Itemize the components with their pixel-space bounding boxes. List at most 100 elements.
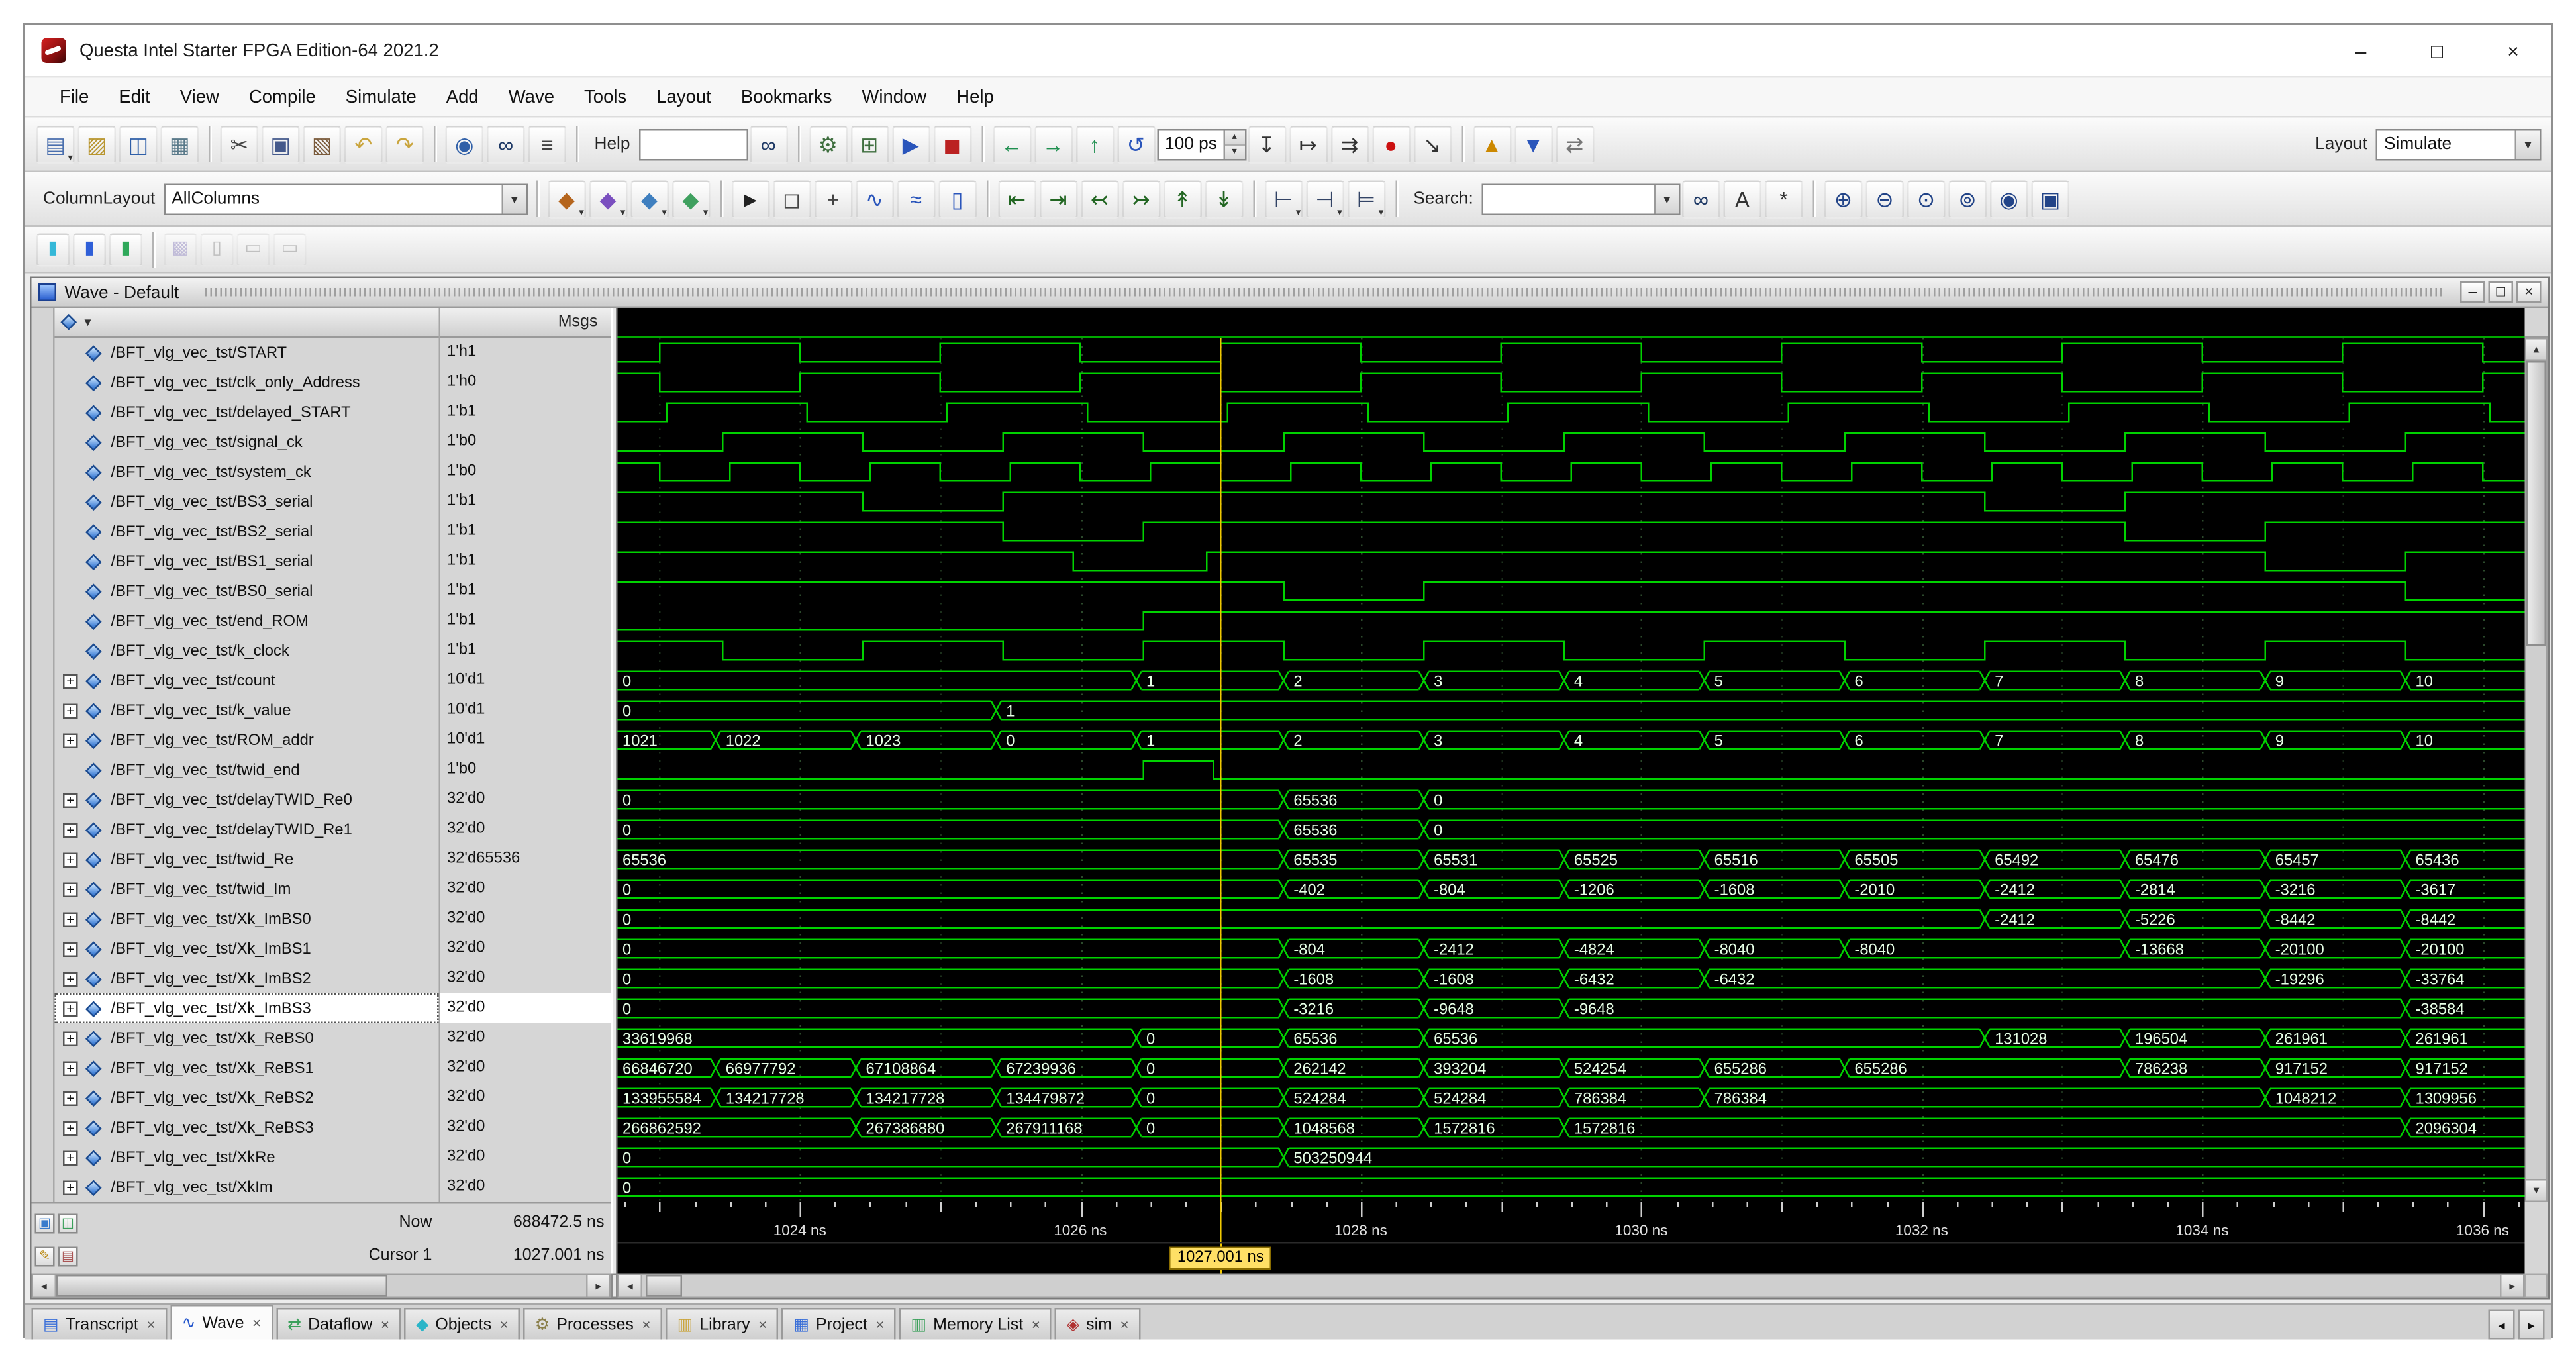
zoom-in-button[interactable]: ⊕ (1824, 179, 1863, 218)
simulate-button[interactable]: ▶ (892, 125, 930, 164)
prev-falling-button[interactable]: ↢ (1081, 179, 1119, 218)
expand-icon[interactable]: + (63, 792, 78, 807)
horizontal-scroll-track[interactable] (56, 1275, 586, 1297)
ungroup-button[interactable]: ▯ (201, 232, 234, 266)
show-list-button[interactable]: ≡ (528, 125, 567, 164)
signal-row[interactable]: /BFT_vlg_vec_tst/end_ROM (55, 606, 439, 636)
signal-row[interactable]: +/BFT_vlg_vec_tst/Xk_ImBS3 (55, 993, 439, 1023)
signal-row[interactable]: /BFT_vlg_vec_tst/BS0_serial (55, 576, 439, 606)
signal-row[interactable]: +/BFT_vlg_vec_tst/k_value (55, 695, 439, 725)
panel-grip[interactable] (205, 288, 2444, 297)
cursor-lock-icon[interactable]: ◫ (58, 1214, 78, 1234)
expand-icon[interactable]: + (63, 1001, 78, 1016)
dropdown-arrow-icon[interactable]: ▾ (2515, 130, 2540, 158)
wave-insert-button[interactable]: ▯ (938, 179, 977, 218)
signal-row[interactable]: /BFT_vlg_vec_tst/BS3_serial (55, 487, 439, 517)
tab-sim[interactable]: ◈sim× (1055, 1308, 1140, 1340)
signal-row[interactable]: /BFT_vlg_vec_tst/BS2_serial (55, 517, 439, 546)
help-input[interactable] (638, 128, 748, 160)
expand-icon[interactable]: + (63, 703, 78, 718)
wave-color3-button[interactable]: ◆▾ (630, 179, 669, 218)
wave-close-button[interactable]: × (2516, 281, 2542, 303)
tab-scroll-right-button[interactable]: ▸ (2518, 1310, 2545, 1340)
compile-button[interactable]: ⚙ (809, 125, 848, 164)
scroll-up-icon[interactable]: ▴ (2526, 340, 2546, 362)
undo-button[interactable]: ↶ (344, 125, 383, 164)
tab-library[interactable]: ▥Library× (666, 1308, 779, 1340)
signal-row[interactable]: /BFT_vlg_vec_tst/clk_only_Address (55, 368, 439, 397)
signal-row[interactable]: +/BFT_vlg_vec_tst/XkRe (55, 1142, 439, 1172)
tab-memory-list[interactable]: ▥Memory List× (899, 1308, 1052, 1340)
env-up-button[interactable]: ↑ (1075, 125, 1114, 164)
scroll-left-icon[interactable]: ◂ (33, 1275, 56, 1297)
zoom-range-button[interactable]: ◉ (1990, 179, 2028, 218)
tab-processes[interactable]: ⚙Processes× (523, 1308, 662, 1340)
paste-button[interactable]: ▧ (303, 125, 342, 164)
signal-row[interactable]: /BFT_vlg_vec_tst/BS1_serial (55, 546, 439, 576)
run-button[interactable]: ↧ (1248, 125, 1286, 164)
performance-button[interactable]: ▲ (1473, 125, 1511, 164)
search-input[interactable]: ▾ (1481, 183, 1680, 215)
search-regexp-button[interactable]: * (1765, 179, 1803, 218)
menu-edit[interactable]: Edit (104, 82, 165, 112)
zoom-mode-button[interactable]: ◻ (773, 179, 811, 218)
expand-icon[interactable]: + (63, 1150, 78, 1165)
env-back-button[interactable]: ← (993, 125, 1031, 164)
tab-wave[interactable]: ∿Wave× (170, 1305, 273, 1340)
menu-bookmarks[interactable]: Bookmarks (726, 82, 847, 112)
expand-icon[interactable]: + (63, 732, 78, 748)
tab-close-icon[interactable]: × (381, 1317, 389, 1333)
wave-restore-button[interactable]: □ (2489, 281, 2514, 303)
add-column-cyan-button[interactable]: ▮ (36, 232, 70, 266)
signal-row[interactable]: +/BFT_vlg_vec_tst/Xk_ImBS0 (55, 904, 439, 934)
names-hscrollbar[interactable]: ◂▸ (32, 1274, 611, 1299)
scroll-right-icon[interactable]: ▸ (586, 1275, 609, 1297)
zoom-out-button[interactable]: ⊖ (1865, 179, 1904, 218)
time-ruler[interactable]: 1024 ns1026 ns1028 ns1030 ns1032 ns1034 … (618, 1202, 2525, 1242)
wave-stretch-button[interactable]: ≈ (897, 179, 935, 218)
menu-help[interactable]: Help (942, 82, 1009, 112)
next-transition-button[interactable]: ⇥ (1039, 179, 1077, 218)
swap-button[interactable]: ⇄ (1556, 125, 1594, 164)
expand-time-button[interactable]: ⊢▾ (1264, 179, 1303, 218)
menu-simulate[interactable]: Simulate (330, 82, 431, 112)
signal-row[interactable]: /BFT_vlg_vec_tst/START (55, 338, 439, 368)
memory-profile-button[interactable]: ▼ (1514, 125, 1553, 164)
expand-icon[interactable]: + (63, 911, 78, 927)
waveform-canvas[interactable]: 0123456789100110211022102301234567891006… (618, 338, 2525, 1202)
step-button[interactable]: ↘ (1413, 125, 1452, 164)
tab-dataflow[interactable]: ⇄Dataflow× (276, 1308, 401, 1340)
menu-wave[interactable]: Wave (493, 82, 569, 112)
tab-transcript[interactable]: ▤Transcript× (32, 1308, 168, 1340)
vertical-scroll-thumb[interactable] (2526, 361, 2546, 646)
env-forward-button[interactable]: → (1034, 125, 1073, 164)
signal-row[interactable]: /BFT_vlg_vec_tst/signal_ck (55, 427, 439, 457)
menu-add[interactable]: Add (431, 82, 493, 112)
open-button[interactable]: ▨ (78, 125, 117, 164)
new-file-button[interactable]: ▤▾ (36, 125, 75, 164)
horizontal-scroll-thumb[interactable] (56, 1275, 387, 1297)
tab-objects[interactable]: ◆Objects× (405, 1308, 520, 1340)
pan-mode-button[interactable]: + (814, 179, 852, 218)
tab-close-icon[interactable]: × (146, 1317, 155, 1333)
expand-icon[interactable]: + (63, 852, 78, 867)
restart-button[interactable]: ↺ (1117, 125, 1156, 164)
cut-button[interactable]: ✂ (221, 125, 259, 164)
cursor-time-box[interactable]: 1027.001 ns (1169, 1247, 1272, 1270)
signal-row[interactable]: /BFT_vlg_vec_tst/twid_end (55, 755, 439, 785)
signal-row[interactable]: +/BFT_vlg_vec_tst/ROM_addr (55, 725, 439, 755)
collapse-time-button[interactable]: ⊣▾ (1306, 179, 1344, 218)
reload-button[interactable]: ◉ (446, 125, 484, 164)
tab-close-icon[interactable]: × (875, 1317, 884, 1333)
layout-select[interactable]: Simulate▾ (2376, 128, 2542, 160)
break-button[interactable]: ◼ (933, 125, 971, 164)
redo-button[interactable]: ↷ (386, 125, 424, 164)
tab-project[interactable]: ▦Project× (782, 1308, 896, 1340)
signal-row[interactable]: +/BFT_vlg_vec_tst/delayTWID_Re0 (55, 785, 439, 815)
menu-window[interactable]: Window (847, 82, 942, 112)
signal-row[interactable]: +/BFT_vlg_vec_tst/Xk_ReBS1 (55, 1053, 439, 1083)
minimize-button[interactable]: – (2323, 25, 2399, 77)
spin-down-icon[interactable]: ▾ (1224, 143, 1244, 158)
signal-row[interactable]: +/BFT_vlg_vec_tst/twid_Im (55, 874, 439, 904)
menu-layout[interactable]: Layout (642, 82, 726, 112)
